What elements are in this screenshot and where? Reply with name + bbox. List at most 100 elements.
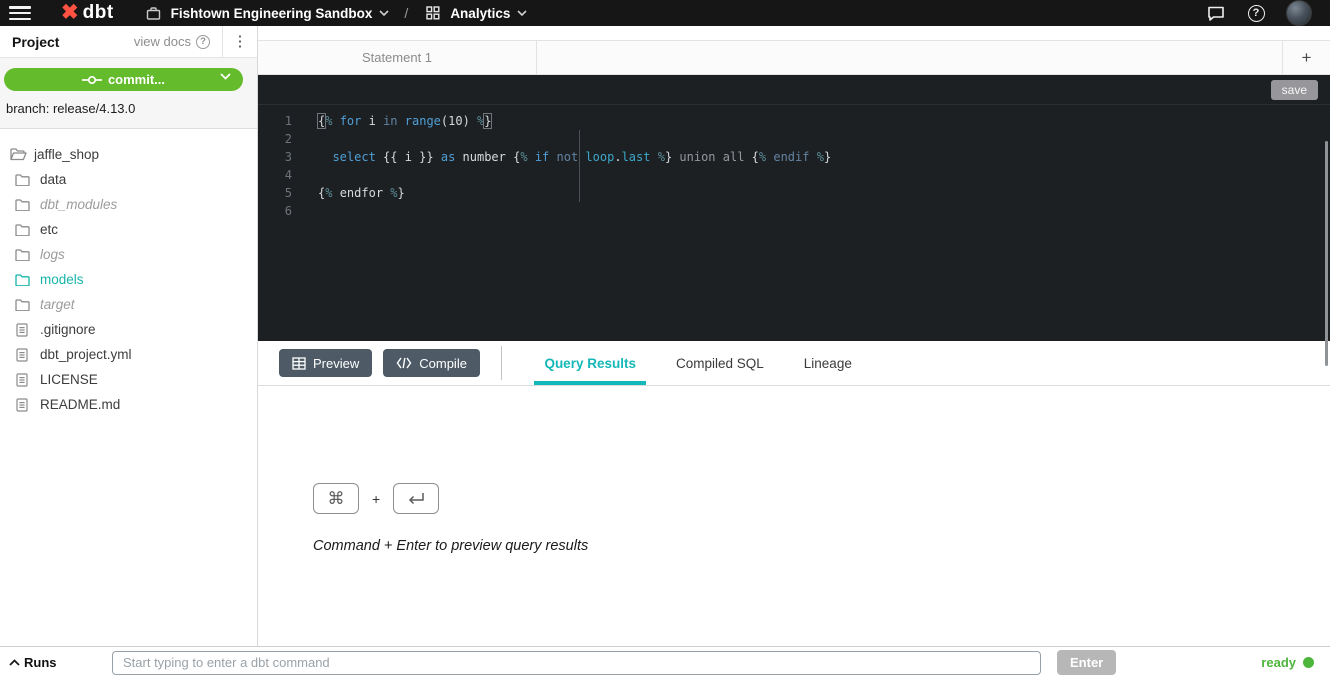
breadcrumb: Fishtown Engineering Sandbox / Analytics [144, 3, 528, 23]
results-toolbar: Preview Compile Query ResultsCompiled SQ… [258, 341, 1330, 386]
code-text: {% endfor %} [318, 184, 405, 202]
results-tabs: Query ResultsCompiled SQLLineage [524, 341, 871, 385]
code-editor[interactable]: save 1 {% for i in range(10) %} 23 select … [258, 75, 1330, 341]
tree-item-data[interactable]: data [0, 167, 257, 192]
folder-icon [13, 199, 31, 211]
top-bar-actions: ? [1206, 0, 1312, 26]
tree-item-target[interactable]: target [0, 292, 257, 317]
tree-item-label: logs [40, 247, 65, 262]
folder-icon [13, 174, 31, 186]
tree-item-logs[interactable]: logs [0, 242, 257, 267]
file-icon [13, 398, 31, 412]
briefcase-icon [144, 3, 164, 23]
app-body: Project view docs ? ⋮ commit... branch: … [0, 26, 1330, 646]
view-docs-label: view docs [134, 34, 191, 49]
file-tree: jaffle_shopdata dbt_modulesetc logs models t… [0, 129, 257, 646]
account-selector[interactable]: Fishtown Engineering Sandbox [144, 3, 390, 23]
dbt-logo-word: dbt [83, 2, 114, 24]
tree-item--gitignore[interactable]: .gitignore [0, 317, 257, 342]
runs-drawer-toggle[interactable]: Runs [0, 655, 112, 670]
editor-toolbar: save [258, 75, 1330, 105]
kebab-menu-icon[interactable]: ⋮ [223, 26, 257, 58]
code-line-2[interactable]: 2 [258, 130, 1330, 148]
git-panel: commit... branch: release/4.13.0 [0, 58, 257, 129]
tree-item-dbt-project-yml[interactable]: dbt_project.yml [0, 342, 257, 367]
line-number: 3 [258, 148, 292, 166]
line-number: 6 [258, 202, 292, 220]
sidebar-header: Project view docs ? ⋮ [0, 26, 257, 58]
code-line-5[interactable]: 5 {% endfor %} [258, 184, 1330, 202]
file-icon [13, 348, 31, 362]
sidebar: Project view docs ? ⋮ commit... branch: … [0, 26, 258, 646]
tree-item-readme-md[interactable]: README.md [0, 392, 257, 417]
folder-icon [13, 224, 31, 236]
avatar[interactable] [1286, 0, 1312, 26]
line-number: 1 [258, 112, 292, 130]
line-number: 2 [258, 130, 292, 148]
code-line-1[interactable]: 1 {% for i in range(10) %} [258, 112, 1330, 130]
project-name: Analytics [450, 6, 510, 21]
tab-compiled-sql[interactable]: Compiled SQL [656, 341, 784, 385]
tab-lineage[interactable]: Lineage [784, 341, 872, 385]
dbt-command-input[interactable] [112, 651, 1041, 675]
command-key-icon: ⌘ [313, 483, 359, 514]
preview-button[interactable]: Preview [279, 349, 372, 377]
compile-label: Compile [419, 356, 467, 371]
tree-item-models[interactable]: models [0, 267, 257, 292]
tab-statement-1[interactable]: Statement 1 [258, 41, 537, 74]
folder-icon [13, 274, 31, 286]
folder-icon [13, 249, 31, 261]
plus-sign: + [372, 491, 380, 507]
tree-item-label: models [40, 272, 84, 287]
sidebar-title: Project [12, 34, 59, 50]
chevron-down-icon [517, 10, 527, 16]
tree-item-dbt-modules[interactable]: dbt_modules [0, 192, 257, 217]
indent-guide [579, 130, 580, 202]
command-bar: Runs Enter ready [0, 646, 1330, 678]
dbt-logo-mark-icon: ✖ [61, 3, 79, 23]
breadcrumb-separator: / [404, 5, 408, 21]
runs-label: Runs [24, 655, 57, 670]
status-indicator: ready [1261, 655, 1314, 670]
view-docs-help-icon: ? [196, 35, 210, 49]
editor-scrollbar[interactable] [1325, 141, 1328, 366]
tree-item-label: .gitignore [40, 322, 96, 337]
chat-icon[interactable] [1206, 3, 1226, 23]
tab-query-results[interactable]: Query Results [524, 341, 656, 385]
new-tab-button[interactable]: + [1282, 41, 1330, 74]
commit-button[interactable]: commit... [4, 68, 243, 91]
tree-item-jaffle-shop[interactable]: jaffle_shop [0, 142, 257, 167]
code-icon [396, 357, 412, 369]
hint-text: Command + Enter to preview query results [313, 538, 588, 554]
tree-item-etc[interactable]: etc [0, 217, 257, 242]
line-number: 5 [258, 184, 292, 202]
status-label: ready [1261, 655, 1296, 670]
view-docs-link[interactable]: view docs ? [134, 34, 210, 49]
tree-item-license[interactable]: LICENSE [0, 367, 257, 392]
code-line-3[interactable]: 3 select {{ i }} as number {% if not loo… [258, 148, 1330, 166]
compile-button[interactable]: Compile [383, 349, 480, 377]
branch-label: branch: release/4.13.0 [0, 91, 257, 116]
tree-item-label: jaffle_shop [34, 147, 99, 162]
help-icon[interactable]: ? [1246, 3, 1266, 23]
save-button[interactable]: save [1271, 80, 1318, 100]
enter-button[interactable]: Enter [1057, 650, 1116, 675]
dbt-logo[interactable]: ✖ dbt [61, 2, 114, 24]
preview-label: Preview [313, 356, 359, 371]
code-line-4[interactable]: 4 [258, 166, 1330, 184]
project-selector[interactable]: Analytics [423, 3, 527, 23]
hamburger-menu-icon[interactable] [9, 6, 31, 20]
line-number: 4 [258, 166, 292, 184]
commit-chevron-down-icon[interactable] [220, 73, 231, 80]
code-line-6[interactable]: 6 [258, 202, 1330, 220]
folder-icon [13, 299, 31, 311]
tree-item-label: dbt_modules [40, 197, 117, 212]
code-text: {% for i in range(10) %} [318, 112, 491, 130]
git-commit-icon [82, 75, 102, 85]
chevron-up-icon [9, 659, 20, 666]
enter-key-icon [393, 483, 439, 514]
tree-item-label: etc [40, 222, 58, 237]
code-area[interactable]: 1 {% for i in range(10) %} 23 select {{ i … [258, 105, 1330, 341]
tree-item-label: dbt_project.yml [40, 347, 132, 362]
file-icon [13, 373, 31, 387]
